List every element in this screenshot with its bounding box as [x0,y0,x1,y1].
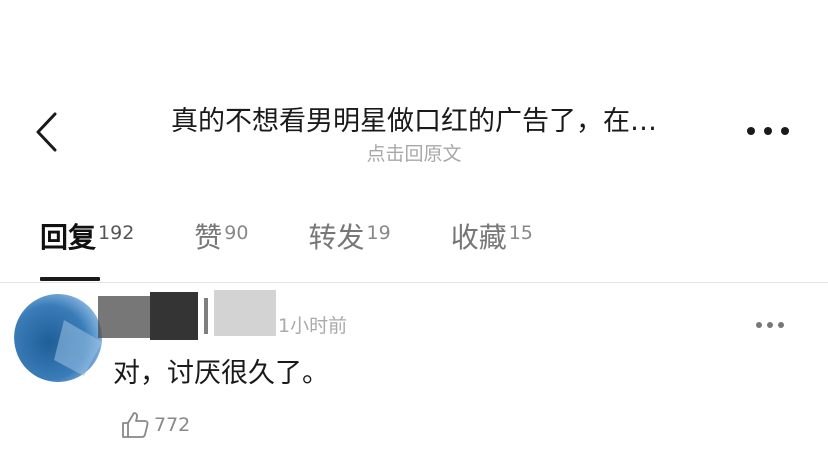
chevron-left-icon [36,112,57,152]
back-to-original-label: 点击回原文 [366,143,462,165]
tab-reposts[interactable]: 转发 19 [308,218,390,280]
more-horizontal-icon [756,322,784,328]
tab-label: 回复 [40,221,97,254]
thumbs-up-icon [122,412,149,438]
tab-favorites[interactable]: 收藏 15 [451,218,533,280]
more-horizontal-icon [747,127,789,135]
comment-more-button[interactable] [752,316,788,334]
tab-count: 192 [98,222,135,244]
comment-time: 1小时前 [278,315,348,337]
active-tab-indicator [40,277,100,281]
page-title: 真的不想看男明星做口红的广告了，在… [171,106,657,137]
tab-label: 收藏 [450,221,507,254]
comment-text: 对，讨厌很久了。 [113,358,329,389]
tab-likes[interactable]: 赞 90 [194,218,248,280]
original-post-link[interactable]: 真的不想看男明星做口红的广告了，在… 点击回原文 [100,103,728,167]
tab-divider [0,282,828,283]
tab-count: 15 [508,222,533,244]
redacted-username [98,290,276,340]
tab-count: 19 [366,222,391,244]
tab-count: 90 [224,222,249,244]
like-button[interactable]: 772 [120,410,190,440]
back-button[interactable] [26,108,66,156]
tab-label: 赞 [194,221,223,254]
header-more-button[interactable] [744,118,792,144]
like-count: 772 [154,414,191,436]
tab-replies[interactable]: 回复 192 [40,218,135,281]
tab-bar: 回复 192 赞 90 转发 19 收藏 15 [40,218,593,281]
tab-label: 转发 [308,221,365,254]
avatar[interactable] [14,290,106,384]
